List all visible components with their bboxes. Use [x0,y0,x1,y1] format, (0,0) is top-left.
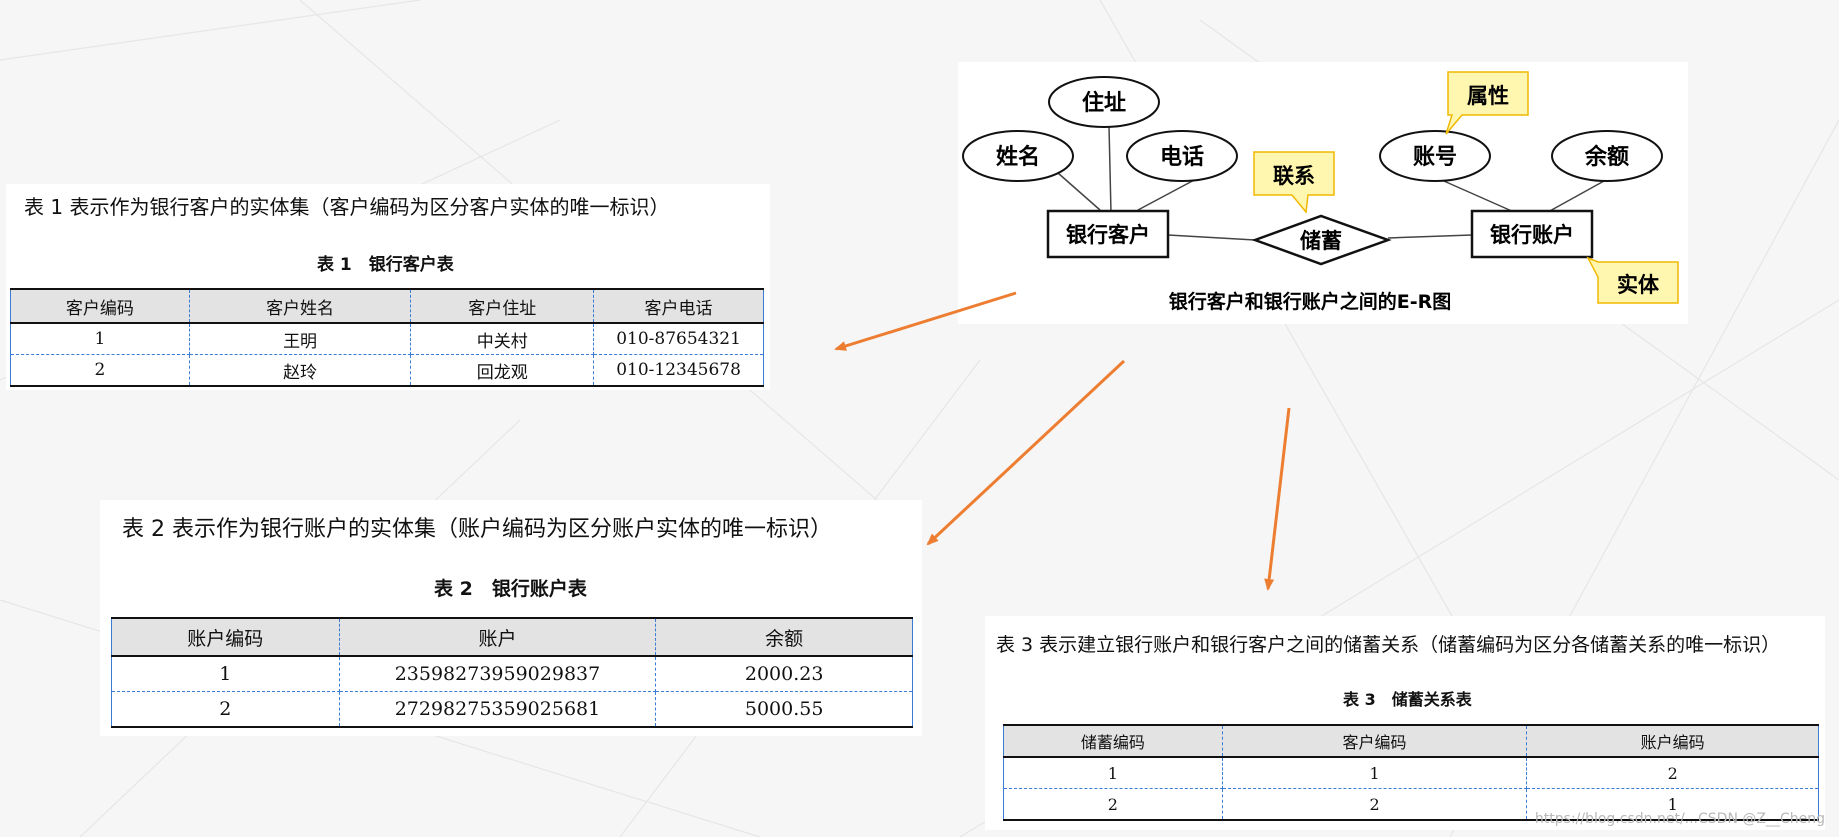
attribute-name: 姓名 [962,130,1074,182]
table-cell: 2000.23 [655,656,913,692]
table-cell: 5000.55 [655,691,913,728]
table-cell: 2 [111,691,340,728]
table-header-row: 储蓄编码 客户编码 账户编码 [1003,724,1819,758]
connector-line [1057,172,1101,211]
header-cell: 客户姓名 [188,288,412,324]
entity-bank-account-label: 银行账户 [1490,223,1574,247]
table-cell: 2 [1526,757,1819,789]
header-cell: 客户编码 [10,288,190,324]
table-cell: 23598273959029837 [338,656,657,692]
relationship-savings: 储蓄 [1251,214,1392,266]
connector-line [1387,234,1473,239]
table1: 客户编码 客户姓名 客户住址 客户电话 1 王明 中关村 010-8765432… [10,288,764,387]
attribute-balance-label: 余额 [1584,144,1629,170]
header-cell: 账户 [338,617,657,657]
table-cell: 2 [10,354,190,387]
header-cell: 账户编码 [111,617,340,657]
table-row: 1 23598273959029837 2000.23 [111,656,913,692]
attribute-account-number: 账号 [1379,130,1491,182]
header-cell: 余额 [655,617,913,657]
table3-caption: 表 3 储蓄关系表 [1343,690,1472,709]
callout-entity: 实体 [1586,256,1679,304]
table-cell: 1 [10,323,190,355]
er-diagram: 住址 姓名 电话 账号 余额 银行客户 银行账户 储蓄 联系 属性 实体 银行客… [962,71,1679,313]
callout-attribute: 属性 [1445,71,1529,135]
table-cell: 回龙观 [410,354,595,387]
table-row: 2 赵玲 回龙观 010-12345678 [10,354,764,387]
attribute-phone-label: 电话 [1160,145,1204,170]
relationship-savings-label: 储蓄 [1300,229,1342,253]
attribute-name-label: 姓名 [996,144,1040,170]
table-row: 1 1 2 [1003,757,1819,789]
table2-caption: 表 2 银行账户表 [434,578,587,600]
callout-relationship-label: 联系 [1273,164,1315,188]
table-cell: 010-87654321 [593,323,764,355]
attribute-balance: 余额 [1551,130,1663,182]
table-header-row: 客户编码 客户姓名 客户住址 客户电话 [10,288,764,324]
table1-description: 表 1 表示作为银行客户的实体集（客户编码为区分客户实体的唯一标识） [24,195,670,219]
table-cell: 27298275359025681 [338,691,657,728]
attribute-phone: 电话 [1126,130,1238,182]
table-cell: 1 [1003,757,1223,789]
table-cell: 1 [111,656,340,692]
table3: 储蓄编码 客户编码 账户编码 1 1 2 2 2 1 [1003,724,1819,821]
table1-caption: 表 1 银行客户表 [317,255,454,275]
table-cell: 王明 [188,323,412,355]
table-cell: 2 [1221,788,1528,821]
attribute-address: 住址 [1048,76,1160,128]
table-header-row: 账户编码 账户 余额 [111,617,913,657]
table-cell: 赵玲 [188,354,412,387]
table-row: 1 王明 中关村 010-87654321 [10,323,764,355]
connector-line [1167,234,1256,241]
table-cell: 010-12345678 [593,354,764,387]
table-cell: 2 [1003,788,1223,821]
table2: 账户编码 账户 余额 1 23598273959029837 2000.23 2… [111,617,913,728]
connector-line [1108,125,1112,214]
er-diagram-caption: 银行客户和银行账户之间的E-R图 [1169,290,1452,313]
watermark: https://blog.csdn.net/...CSDN @Z__Cheng [1534,811,1825,827]
attribute-account-number-label: 账号 [1413,145,1457,170]
table2-description: 表 2 表示作为银行账户的实体集（账户编码为区分账户实体的唯一标识） [122,517,832,542]
header-cell: 客户住址 [410,288,595,324]
table-cell: 1 [1221,757,1528,789]
entity-bank-customer-label: 银行客户 [1066,223,1150,247]
header-cell: 客户电话 [593,288,764,324]
table3-description: 表 3 表示建立银行账户和银行客户之间的储蓄关系（储蓄编码为区分各储蓄关系的唯一… [996,634,1781,656]
header-cell: 储蓄编码 [1003,724,1223,758]
callout-entity-label: 实体 [1617,273,1660,297]
header-cell: 客户编码 [1221,724,1528,758]
callout-relationship: 联系 [1253,151,1335,214]
attribute-address-label: 住址 [1082,90,1126,116]
callout-attribute-label: 属性 [1467,84,1509,108]
entity-bank-customer: 银行客户 [1046,209,1170,259]
entity-bank-account: 银行账户 [1470,209,1594,259]
header-cell: 账户编码 [1526,724,1819,758]
connector-line [1137,177,1199,211]
table-cell: 中关村 [410,323,595,355]
table-row: 2 27298275359025681 5000.55 [111,691,913,728]
